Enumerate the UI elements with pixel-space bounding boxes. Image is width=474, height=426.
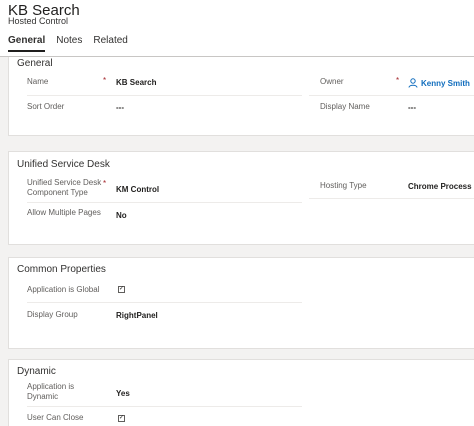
section-title-common: Common Properties <box>17 264 106 275</box>
tab-related[interactable]: Related <box>93 35 127 52</box>
application-global-label: Application is Global <box>27 285 100 294</box>
tab-notes[interactable]: Notes <box>56 35 82 52</box>
section-dynamic: Dynamic Application is Dynamic Yes User … <box>8 359 474 426</box>
sort-order-label: Sort Order <box>27 102 65 111</box>
user-can-close-label: User Can Close <box>27 413 84 422</box>
name-field[interactable]: KB Search <box>116 78 156 87</box>
display-group-field[interactable]: RightPanel <box>116 311 158 320</box>
section-unified-service-desk: Unified Service Desk Unified Service Des… <box>8 151 474 245</box>
section-title-usd: Unified Service Desk <box>17 159 110 170</box>
section-title-dynamic: Dynamic <box>17 366 56 377</box>
section-common-properties: Common Properties Application is Global … <box>8 257 474 349</box>
name-divider <box>27 95 302 96</box>
section-title-general: General <box>17 58 53 69</box>
owner-required-mark: * <box>396 76 400 85</box>
hosting-type-field[interactable]: Chrome Process <box>408 182 472 191</box>
component-required-mark: * <box>103 179 107 188</box>
allow-multiple-pages-label: Allow Multiple Pages <box>27 208 101 217</box>
tab-bar: General Notes Related <box>8 35 139 52</box>
hosting-type-label: Hosting Type <box>320 181 367 190</box>
name-label: Name <box>27 77 49 86</box>
component-type-label: Unified Service Desk Component Type <box>27 178 102 197</box>
owner-link[interactable]: Kenny Smith <box>421 79 470 88</box>
application-dynamic-field[interactable]: Yes <box>116 389 130 398</box>
section-general: General Name * KB Search Sort Order --- … <box>8 57 474 136</box>
tab-general[interactable]: General <box>8 35 46 52</box>
page-header: KB Search Hosted Control General Notes R… <box>0 0 474 57</box>
person-icon <box>408 78 418 88</box>
sort-order-field[interactable]: --- <box>116 103 124 112</box>
owner-divider <box>309 95 474 96</box>
allow-multiple-pages-field[interactable]: No <box>116 211 127 220</box>
display-name-label: Display Name <box>320 102 370 111</box>
application-global-checkbox[interactable]: ✓ <box>118 286 125 293</box>
component-divider <box>27 202 302 203</box>
display-name-field[interactable]: --- <box>408 103 416 112</box>
form-body[interactable]: General Name * KB Search Sort Order --- … <box>0 57 474 426</box>
application-dynamic-label: Application is Dynamic <box>27 382 75 401</box>
user-can-close-checkbox[interactable]: ✓ <box>118 415 125 422</box>
dynamic-divider <box>27 406 302 407</box>
component-type-field[interactable]: KM Control <box>116 185 159 194</box>
owner-label: Owner <box>320 77 344 86</box>
display-group-label: Display Group <box>27 310 78 319</box>
hosting-divider <box>309 198 474 199</box>
record-subtitle: Hosted Control <box>8 16 69 26</box>
global-divider <box>27 302 302 303</box>
name-required-mark: * <box>103 76 107 85</box>
